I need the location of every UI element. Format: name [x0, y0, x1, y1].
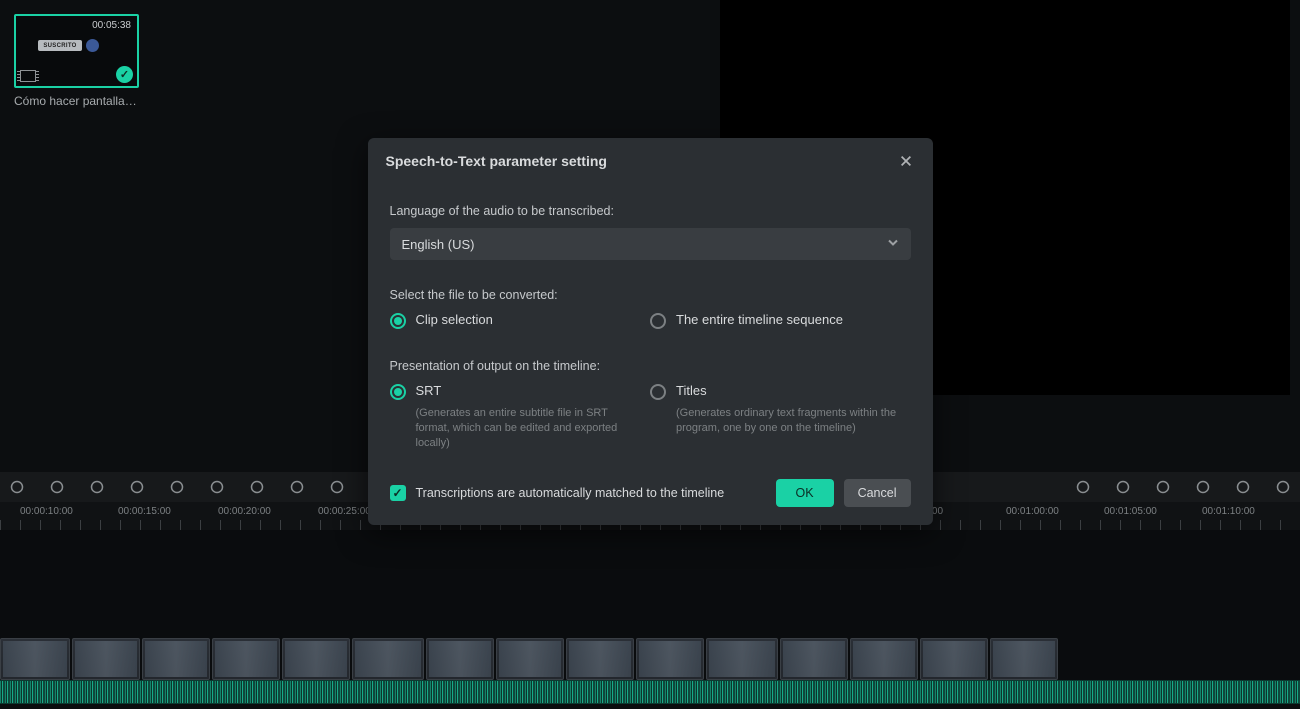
radio-srt[interactable]: SRT — [390, 383, 651, 400]
radio-circle-icon — [650, 384, 666, 400]
radio-description: (Generates an entire subtitle file in SR… — [416, 406, 641, 451]
language-value: English (US) — [402, 237, 475, 252]
auto-match-checkbox[interactable]: ✓ Transcriptions are automatically match… — [390, 485, 725, 501]
radio-description: (Generates ordinary text fragments withi… — [676, 406, 901, 436]
radio-label: Titles — [676, 383, 707, 398]
radio-clip-selection[interactable]: Clip selection — [390, 312, 651, 329]
radio-label: Clip selection — [416, 312, 493, 327]
radio-entire-timeline[interactable]: The entire timeline sequence — [650, 312, 911, 329]
language-label: Language of the audio to be transcribed: — [390, 204, 911, 218]
radio-titles[interactable]: Titles — [650, 383, 911, 400]
radio-circle-icon — [390, 384, 406, 400]
ok-button[interactable]: OK — [776, 479, 834, 507]
radio-circle-icon — [650, 313, 666, 329]
checkbox-label: Transcriptions are automatically matched… — [416, 486, 725, 500]
check-icon: ✓ — [390, 485, 406, 501]
radio-label: SRT — [416, 383, 442, 398]
radio-label: The entire timeline sequence — [676, 312, 843, 327]
modal-overlay: Speech-to-Text parameter setting Languag… — [0, 0, 1300, 709]
close-icon[interactable] — [897, 152, 915, 170]
output-label: Presentation of output on the timeline: — [390, 359, 911, 373]
cancel-button[interactable]: Cancel — [844, 479, 911, 507]
dialog-title: Speech-to-Text parameter setting — [386, 153, 607, 169]
file-select-label: Select the file to be converted: — [390, 288, 911, 302]
speech-to-text-dialog: Speech-to-Text parameter setting Languag… — [368, 138, 933, 525]
language-select[interactable]: English (US) — [390, 228, 911, 260]
radio-circle-icon — [390, 313, 406, 329]
chevron-down-icon — [887, 237, 899, 252]
